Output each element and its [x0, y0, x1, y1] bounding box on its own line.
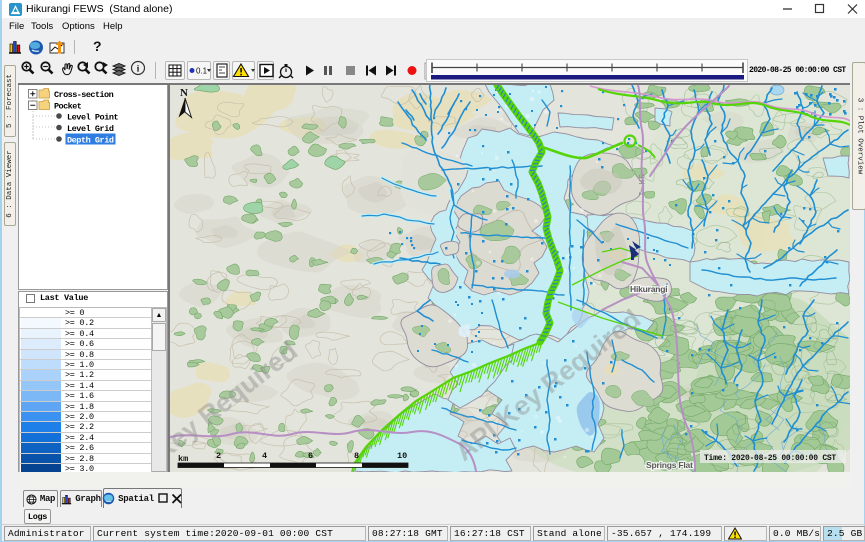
- svg-text:10: 10: [397, 451, 407, 461]
- svg-text:4: 4: [262, 451, 267, 461]
- svg-text:Springs Flat: Springs Flat: [646, 460, 693, 470]
- svg-text:0.1: 0.1: [196, 67, 208, 76]
- svg-text:Hikurangi: Hikurangi: [630, 284, 667, 294]
- svg-text:Level Point: Level Point: [67, 113, 119, 123]
- svg-text:SH 1: SH 1: [636, 174, 645, 197]
- svg-text:km: km: [178, 454, 188, 464]
- svg-text:Cross-section: Cross-section: [54, 90, 114, 100]
- svg-text:Level Grid: Level Grid: [67, 124, 114, 134]
- svg-text:6: 6: [308, 451, 313, 461]
- svg-text:Time: 2020-08-25 00:00:00 CST: Time: 2020-08-25 00:00:00 CST: [704, 454, 836, 463]
- svg-text:8: 8: [354, 451, 359, 461]
- svg-text:Depth Grid: Depth Grid: [67, 136, 114, 146]
- svg-text:2: 2: [216, 451, 221, 461]
- svg-text:N: N: [180, 87, 188, 99]
- svg-text:Pocket: Pocket: [54, 102, 82, 112]
- svg-text:i: i: [137, 64, 140, 74]
